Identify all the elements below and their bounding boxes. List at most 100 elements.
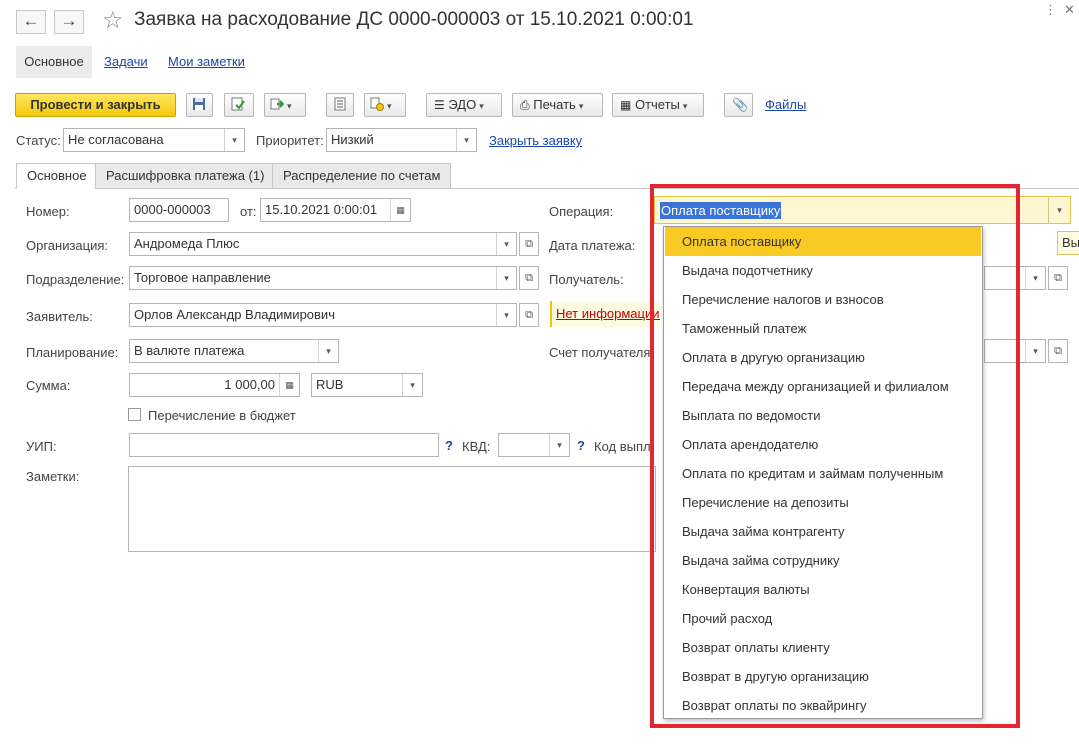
dropdown-option[interactable]: Оплата арендодателю	[665, 430, 981, 459]
kvd-help-icon[interactable]: ?	[577, 438, 585, 453]
dropdown-option[interactable]: Возврат оплаты по эквайрингу	[665, 691, 981, 720]
no-info-warning[interactable]: Нет информации о	[550, 301, 660, 327]
star-icon[interactable]: ☆	[102, 6, 124, 35]
dropdown-option[interactable]: Выдача займа контрагенту	[665, 517, 981, 546]
priority-select[interactable]: Низкий ▾	[326, 128, 477, 152]
operation-select[interactable]: Оплата поставщику ▾	[654, 196, 1071, 224]
dropdown-option[interactable]: Возврат оплаты клиенту	[665, 633, 981, 662]
post-and-close-button[interactable]: Провести и закрыть	[15, 93, 176, 117]
tab-payment-details[interactable]: Расшифровка платежа (1)	[95, 163, 276, 189]
uip-label: УИП:	[26, 439, 57, 454]
budget-checkbox[interactable]	[128, 408, 141, 421]
document-journal-button[interactable]	[326, 93, 354, 117]
dropdown-option[interactable]: Прочий расход	[665, 604, 981, 633]
structure-icon	[370, 97, 384, 111]
open-department-button[interactable]: ⧉	[519, 266, 539, 290]
save-button[interactable]	[186, 93, 213, 117]
arrow-left-icon: ←	[22, 11, 40, 30]
chevron-down-icon[interactable]: ▾	[549, 434, 569, 456]
close-request-link[interactable]: Закрыть заявку	[489, 133, 582, 148]
chevron-down-icon[interactable]: ▾	[496, 267, 516, 289]
kvd-select[interactable]: ▾	[498, 433, 570, 457]
dropdown-option[interactable]: Перечисление налогов и взносов	[665, 285, 981, 314]
open-organization-button[interactable]: ⧉	[519, 232, 539, 256]
chevron-down-icon[interactable]: ▾	[224, 129, 244, 151]
number-label: Номер:	[26, 204, 70, 219]
open-icon: ⧉	[525, 309, 533, 321]
post-button[interactable]	[224, 93, 254, 117]
calculator-icon[interactable]: ▦	[279, 374, 299, 396]
more-icon[interactable]: ⋮	[1044, 2, 1057, 18]
dropdown-option[interactable]: Таможенный платеж	[665, 314, 981, 343]
planning-select[interactable]: В валюте платежа ▾	[129, 339, 339, 363]
kvd-label: КВД:	[462, 439, 491, 454]
dropdown-option[interactable]: Оплата по кредитам и займам полученным	[665, 459, 981, 488]
planning-label: Планирование:	[26, 345, 119, 360]
chevron-down-icon[interactable]: ▾	[456, 129, 476, 151]
recipient-account-input[interactable]: ▾	[984, 339, 1046, 363]
operation-label: Операция:	[549, 204, 614, 219]
files-link[interactable]: Файлы	[765, 97, 806, 112]
attach-button[interactable]: 📎	[724, 93, 753, 117]
chevron-down-icon[interactable]: ▾	[1025, 267, 1045, 289]
organization-label: Организация:	[26, 238, 109, 253]
open-recipient-account-button[interactable]: ⧉	[1048, 339, 1068, 363]
subtab-tasks[interactable]: Задачи	[104, 46, 148, 78]
budget-label: Перечисление в бюджет	[148, 408, 296, 423]
currency-select[interactable]: RUB ▾	[311, 373, 423, 397]
chevron-down-icon[interactable]: ▾	[1025, 340, 1045, 362]
close-icon[interactable]: ✕	[1064, 2, 1075, 18]
print-button[interactable]: ⎙ Печать ▾	[512, 93, 603, 117]
open-icon: ⧉	[1054, 272, 1062, 284]
arrow-right-icon: →	[60, 11, 78, 30]
operation-value: Оплата поставщику	[660, 202, 782, 219]
calendar-icon[interactable]: ▦	[390, 199, 410, 221]
recipient-label: Получатель:	[549, 272, 624, 287]
dropdown-option[interactable]: Оплата в другую организацию	[665, 343, 981, 372]
list-document-icon	[334, 97, 346, 111]
sum-input[interactable]: 1 000,00 ▦	[129, 373, 300, 397]
dropdown-option[interactable]: Выдача займа сотруднику	[665, 546, 981, 575]
number-input[interactable]: 0000-000003	[129, 198, 229, 222]
status-select[interactable]: Не согласована ▾	[63, 128, 245, 152]
reports-button[interactable]: ▦ Отчеты ▾	[612, 93, 704, 117]
chevron-down-icon[interactable]: ▾	[402, 374, 422, 396]
uip-help-icon[interactable]: ?	[445, 438, 453, 453]
dropdown-option[interactable]: Передача между организацией и филиалом	[665, 372, 981, 401]
dropdown-option[interactable]: Перечисление на депозиты	[665, 488, 981, 517]
related-documents-button[interactable]: ▾	[364, 93, 406, 117]
create-based-on-button[interactable]: ▾	[264, 93, 306, 117]
department-input[interactable]: Торговое направление ▾	[129, 266, 517, 290]
chevron-down-icon[interactable]: ▾	[1048, 197, 1070, 223]
tab-main[interactable]: Основное	[16, 163, 98, 189]
uip-input[interactable]	[129, 433, 439, 457]
open-applicant-button[interactable]: ⧉	[519, 303, 539, 327]
applicant-label: Заявитель:	[26, 309, 93, 324]
paperclip-icon: 📎	[732, 97, 749, 112]
organization-input[interactable]: Андромеда Плюс ▾	[129, 232, 517, 256]
open-recipient-button[interactable]: ⧉	[1048, 266, 1068, 290]
tab-account-distribution[interactable]: Распределение по счетам	[272, 163, 452, 189]
report-icon: ▦	[620, 98, 632, 112]
subtab-main[interactable]: Основное	[16, 46, 92, 78]
chevron-down-icon[interactable]: ▾	[496, 233, 516, 255]
dropdown-option[interactable]: Оплата поставщику	[665, 227, 981, 256]
chevron-down-icon[interactable]: ▾	[496, 304, 516, 326]
dropdown-option[interactable]: Выдача подотчетнику	[665, 256, 981, 285]
dropdown-option[interactable]: Возврат в другую организацию	[665, 662, 981, 691]
window-title: Заявка на расходование ДС 0000-000003 от…	[134, 9, 694, 30]
recipient-input[interactable]: ▾	[984, 266, 1046, 290]
back-button[interactable]: ←	[16, 10, 46, 34]
date-input[interactable]: 15.10.2021 0:00:01 ▦	[260, 198, 411, 222]
subtab-notes[interactable]: Мои заметки	[168, 46, 245, 78]
priority-label: Приоритет:	[256, 133, 324, 148]
notes-textarea[interactable]	[128, 466, 656, 552]
chevron-down-icon[interactable]: ▾	[318, 340, 338, 362]
dropdown-option[interactable]: Конвертация валюты	[665, 575, 981, 604]
floppy-disk-icon	[193, 98, 205, 110]
applicant-input[interactable]: Орлов Александр Владимирович ▾	[129, 303, 517, 327]
dropdown-option[interactable]: Выплата по ведомости	[665, 401, 981, 430]
edo-button[interactable]: ☰ ЭДО ▾	[426, 93, 502, 117]
forward-button[interactable]: →	[54, 10, 84, 34]
operation-dropdown-list: Оплата поставщику Выдача подотчетнику Пе…	[663, 226, 983, 719]
